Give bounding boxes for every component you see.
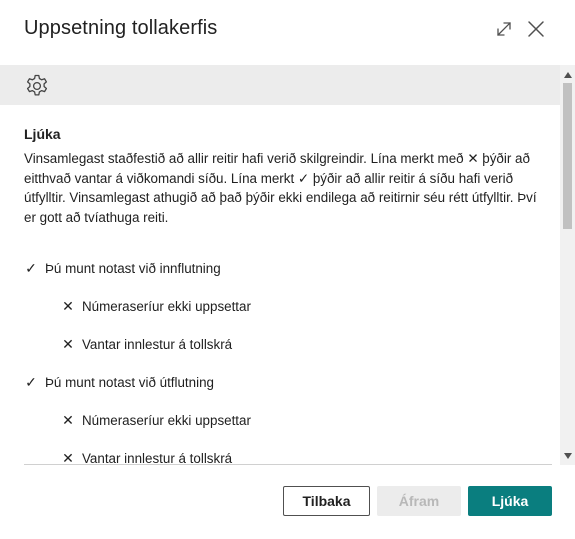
scroll-down-button[interactable]	[560, 448, 575, 463]
checklist-item-import-number-series: ✕ Númeraseríur ekki uppsettar	[61, 298, 251, 315]
content-divider	[24, 464, 552, 465]
vertical-scrollbar[interactable]	[560, 65, 575, 465]
section-title: Ljúka	[24, 126, 61, 142]
toolbar	[0, 65, 575, 105]
checklist-item-import-tariff: ✕ Vantar innlestur á tollskrá	[61, 336, 232, 353]
scroll-up-button[interactable]	[560, 67, 575, 82]
cross-icon: ✕	[62, 336, 74, 352]
checklist-item-export: ✓ Þú munt notast við útflutning	[24, 374, 214, 391]
checklist-item-import: ✓ Þú munt notast við innflutning	[24, 260, 221, 277]
finish-button[interactable]: Ljúka	[468, 486, 552, 516]
expand-button[interactable]	[493, 18, 515, 40]
dialog-title: Uppsetning tollakerfis	[24, 17, 218, 39]
checklist-item-export-number-series: ✕ Númeraseríur ekki uppsettar	[61, 412, 251, 429]
cross-icon: ✕	[62, 412, 74, 428]
gear-icon[interactable]	[24, 73, 50, 99]
back-button[interactable]: Tilbaka	[283, 486, 370, 516]
cross-icon: ✕	[62, 298, 74, 314]
checklist-item-export-tariff: ✕ Vantar innlestur á tollskrá	[61, 450, 232, 465]
checklist-item-label: Númeraseríur ekki uppsettar	[82, 299, 251, 314]
close-icon	[528, 21, 544, 37]
checklist-item-label: Þú munt notast við innflutning	[45, 261, 221, 276]
caret-up-icon	[563, 71, 572, 78]
setup-dialog: Uppsetning tollakerfis Ljúka Vinsamlegas…	[0, 0, 575, 539]
checklist-item-label: Þú munt notast við útflutning	[45, 375, 214, 390]
expand-icon	[497, 22, 511, 36]
close-button[interactable]	[525, 18, 547, 40]
cross-icon: ✕	[62, 450, 74, 465]
description-text: Vinsamlegast staðfestið að allir reitir …	[24, 151, 537, 225]
checkmark-icon: ✓	[25, 374, 37, 390]
scroll-thumb[interactable]	[563, 83, 572, 229]
checklist-item-label: Vantar innlestur á tollskrá	[82, 451, 233, 465]
next-button[interactable]: Áfram	[377, 486, 461, 516]
content-area: Ljúka Vinsamlegast staðfestið að allir r…	[0, 105, 560, 465]
checkmark-icon: ✓	[25, 260, 37, 276]
checklist-item-label: Vantar innlestur á tollskrá	[82, 337, 233, 352]
caret-down-icon	[563, 452, 572, 459]
checklist-item-label: Númeraseríur ekki uppsettar	[82, 413, 251, 428]
